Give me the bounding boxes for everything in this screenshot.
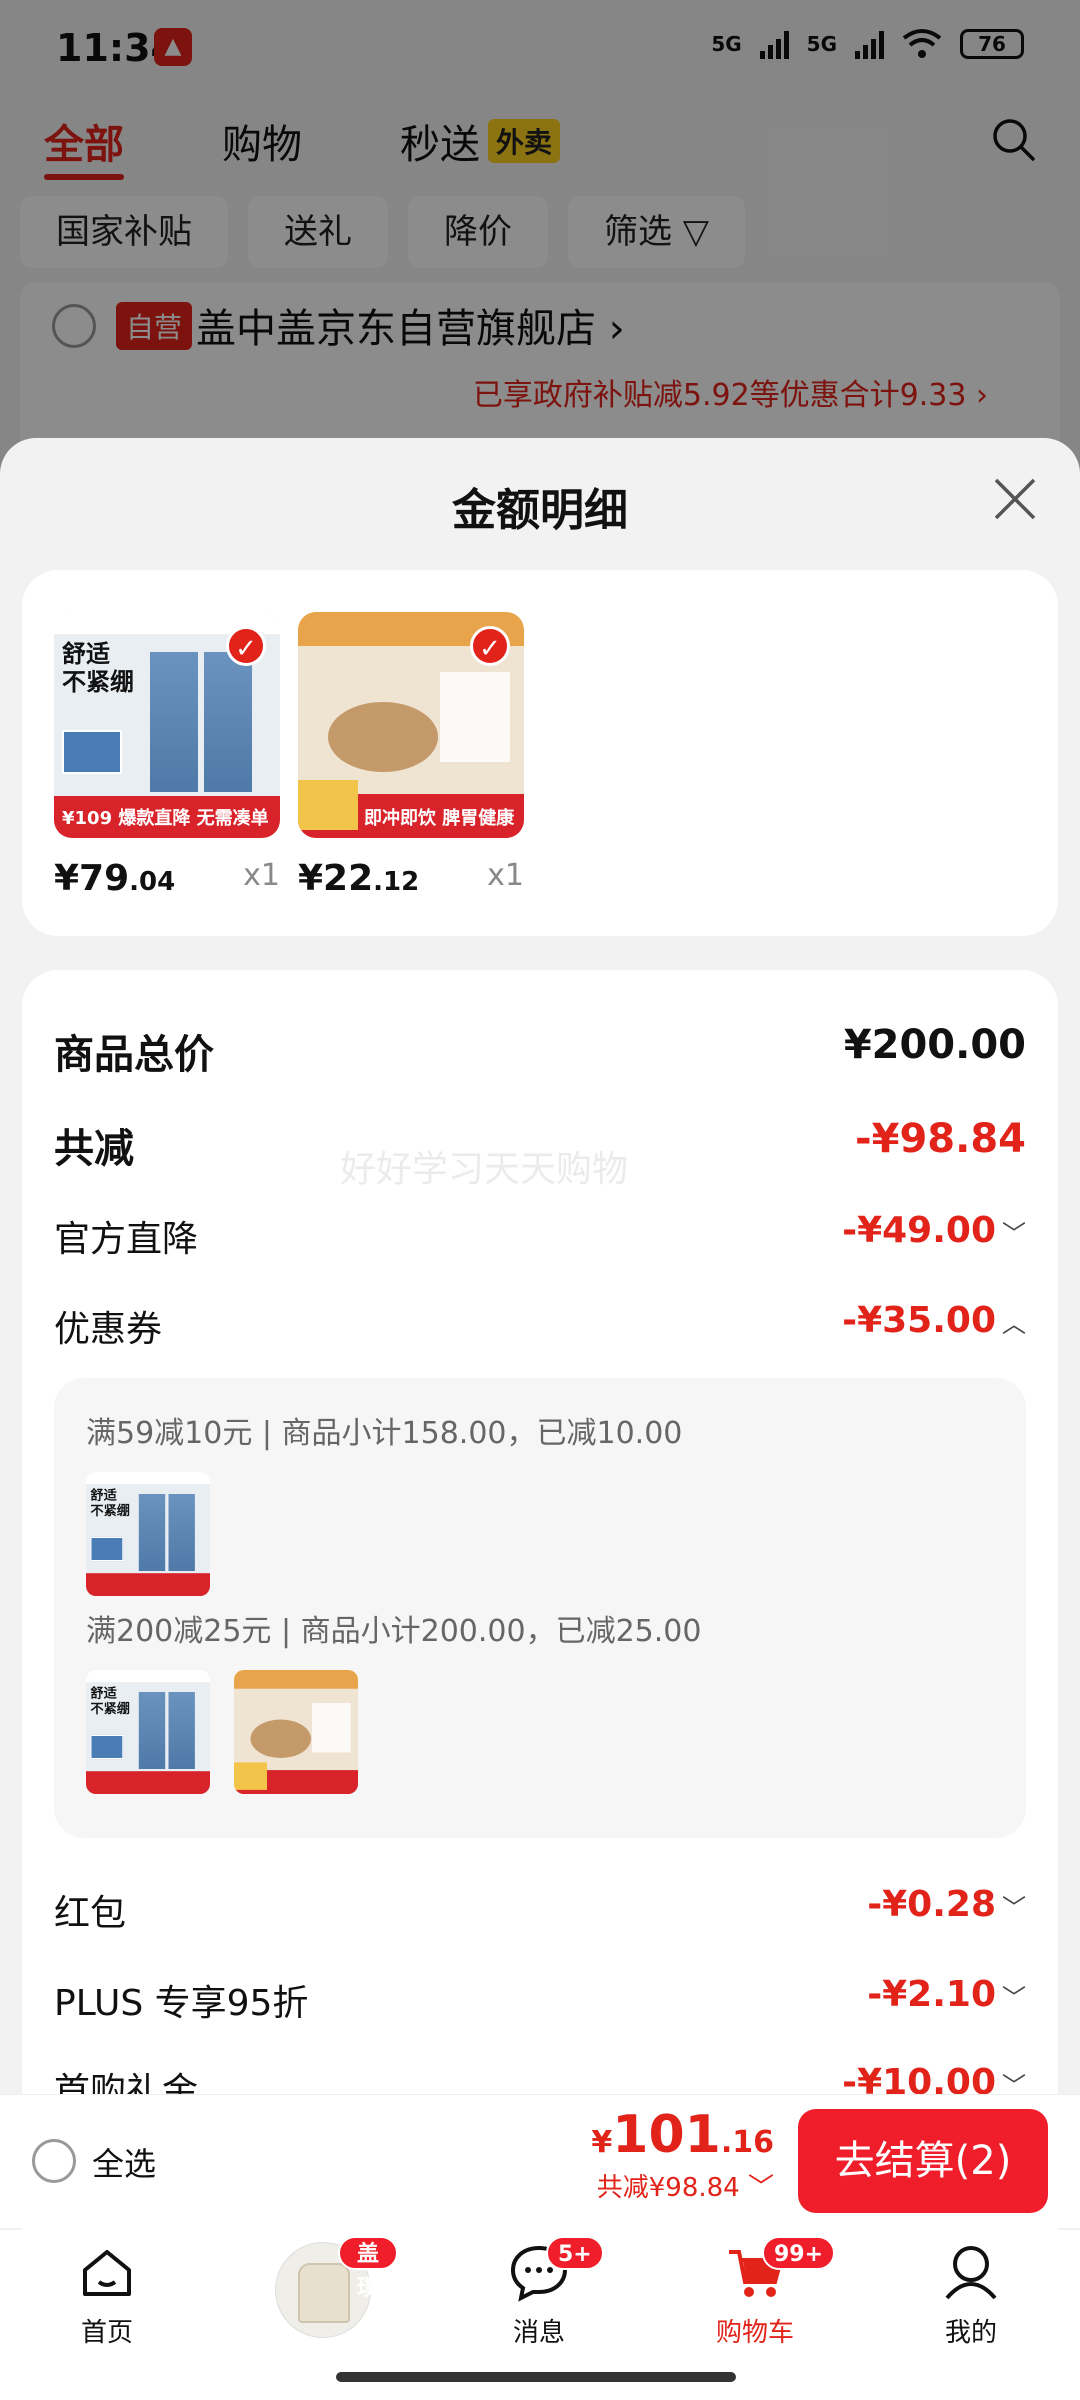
official-discount-value: -¥49.00 ﹀ bbox=[842, 1210, 1026, 1251]
total-price-label: 商品总价 bbox=[54, 1032, 214, 1078]
jeans-thumb-bottom: ¥109 爆款直降 无需凑单 bbox=[62, 808, 269, 829]
total-price-value: ¥200.00 bbox=[843, 1022, 1026, 1068]
plus-discount-value: -¥2.10 ﹀ bbox=[867, 1974, 1026, 2015]
nav-home-label: 首页 bbox=[80, 2318, 133, 2348]
nav-messages-label: 消息 bbox=[512, 2318, 565, 2348]
coupon-product-thumb: 舒适 不紧绷 bbox=[86, 1670, 210, 1794]
nav-cart-label: 购物车 bbox=[715, 2318, 794, 2348]
coupon-product-thumb: 舒适 不紧绷 bbox=[86, 1472, 210, 1596]
nav-featured-store[interactable]: 盖璞 bbox=[248, 2236, 398, 2338]
red-packet-label: 红包 bbox=[54, 1893, 127, 1934]
select-all-label[interactable]: 全选 bbox=[92, 2139, 156, 2185]
official-discount-label: 官方直降 bbox=[54, 1219, 199, 1260]
product-qty: x1 bbox=[243, 858, 280, 893]
jeans-thumb-text: 舒适 不紧绷 bbox=[62, 640, 134, 696]
sheet-title: 金额明细 bbox=[452, 485, 628, 536]
cart-badge: 99+ bbox=[762, 2236, 836, 2270]
reduction-value: -¥98.84 bbox=[855, 1116, 1026, 1162]
checkout-button[interactable]: 去结算(2) bbox=[798, 2109, 1048, 2213]
chevron-down-icon: ﹀ bbox=[1002, 1894, 1026, 1922]
product-item[interactable]: 即冲即饮 脾胃健康 ✓ ¥22.12 x1 bbox=[298, 612, 524, 899]
close-icon[interactable] bbox=[990, 474, 1040, 524]
home-icon bbox=[83, 2250, 131, 2296]
chevron-down-icon: ﹀ bbox=[747, 2173, 774, 2203]
coupon-detail-2: 满200减25元 | 商品小计200.00，已减25.00 bbox=[86, 1614, 702, 1649]
plus-discount-label: PLUS 专享95折 bbox=[54, 1983, 309, 2024]
red-packet-value: -¥0.28 ﹀ bbox=[867, 1884, 1026, 1925]
row-official-discount[interactable]: 官方直降 -¥49.00 ﹀ bbox=[54, 1210, 1026, 1270]
amount-dec: .16 bbox=[720, 2125, 774, 2160]
checkout-bar: 全选 ¥101.16 共减¥98.84 ﹀ 去结算(2) bbox=[0, 2094, 1080, 2228]
select-all-radio[interactable] bbox=[32, 2139, 76, 2183]
store-badge: 盖璞 bbox=[338, 2236, 398, 2301]
product-qty: x1 bbox=[487, 858, 524, 893]
chevron-up-icon: ︿ bbox=[1002, 1310, 1026, 1338]
coupon-value: -¥35.00 ︿ bbox=[842, 1300, 1026, 1341]
currency-symbol: ¥ bbox=[591, 2125, 613, 2160]
jeans-thumbnail: 舒适 不紧绷 ¥109 爆款直降 无需凑单 ✓ bbox=[54, 612, 280, 838]
nav-home[interactable]: 首页 bbox=[32, 2242, 182, 2349]
chevron-down-icon: ﹀ bbox=[1002, 1984, 1026, 2012]
nav-cart[interactable]: 99+ 购物车 bbox=[680, 2236, 836, 2349]
reduction-label: 共减 bbox=[54, 1126, 134, 1172]
row-coupon[interactable]: 优惠券 -¥35.00 ︿ bbox=[54, 1300, 1026, 1360]
grain-powder-thumbnail: 即冲即饮 脾胃健康 ✓ bbox=[298, 612, 524, 838]
message-badge: 5+ bbox=[546, 2236, 604, 2270]
nav-profile-label: 我的 bbox=[944, 2318, 997, 2348]
chevron-down-icon: ﹀ bbox=[1002, 1220, 1026, 1248]
total-amount: ¥101.16 共减¥98.84 ﹀ bbox=[591, 2105, 774, 2204]
saved-amount[interactable]: 共减¥98.84 ﹀ bbox=[591, 2167, 774, 2204]
row-total-reduction: 共减 -¥98.84 bbox=[54, 1116, 1026, 1176]
nav-profile[interactable]: 我的 bbox=[896, 2242, 1046, 2349]
user-icon bbox=[945, 2246, 997, 2300]
coupon-details: 满59减10元 | 商品小计158.00，已减10.00 舒适 不紧绷 满200… bbox=[54, 1378, 1026, 1838]
grain-thumb-bottom: 即冲即饮 脾胃健康 bbox=[364, 808, 515, 829]
coupon-detail-1: 满59减10元 | 商品小计158.00，已减10.00 bbox=[86, 1416, 683, 1451]
selected-check-icon: ✓ bbox=[470, 626, 510, 666]
product-item[interactable]: 舒适 不紧绷 ¥109 爆款直降 无需凑单 ✓ ¥79.04 x1 bbox=[54, 612, 280, 899]
row-red-packet[interactable]: 红包 -¥0.28 ﹀ bbox=[54, 1884, 1026, 1944]
coupon-label: 优惠券 bbox=[54, 1309, 163, 1350]
coupon-product-thumb bbox=[234, 1670, 358, 1794]
product-summary: 舒适 不紧绷 ¥109 爆款直降 无需凑单 ✓ ¥79.04 x1 即冲即饮 脾… bbox=[22, 570, 1058, 936]
row-plus-discount[interactable]: PLUS 专享95折 -¥2.10 ﹀ bbox=[54, 1974, 1026, 2034]
nav-messages[interactable]: 5+ 消息 bbox=[464, 2236, 614, 2349]
home-indicator[interactable] bbox=[336, 2372, 736, 2382]
row-total-price: 商品总价 ¥200.00 bbox=[54, 1022, 1026, 1082]
amount-int: 101 bbox=[612, 2105, 721, 2165]
selected-check-icon: ✓ bbox=[226, 626, 266, 666]
